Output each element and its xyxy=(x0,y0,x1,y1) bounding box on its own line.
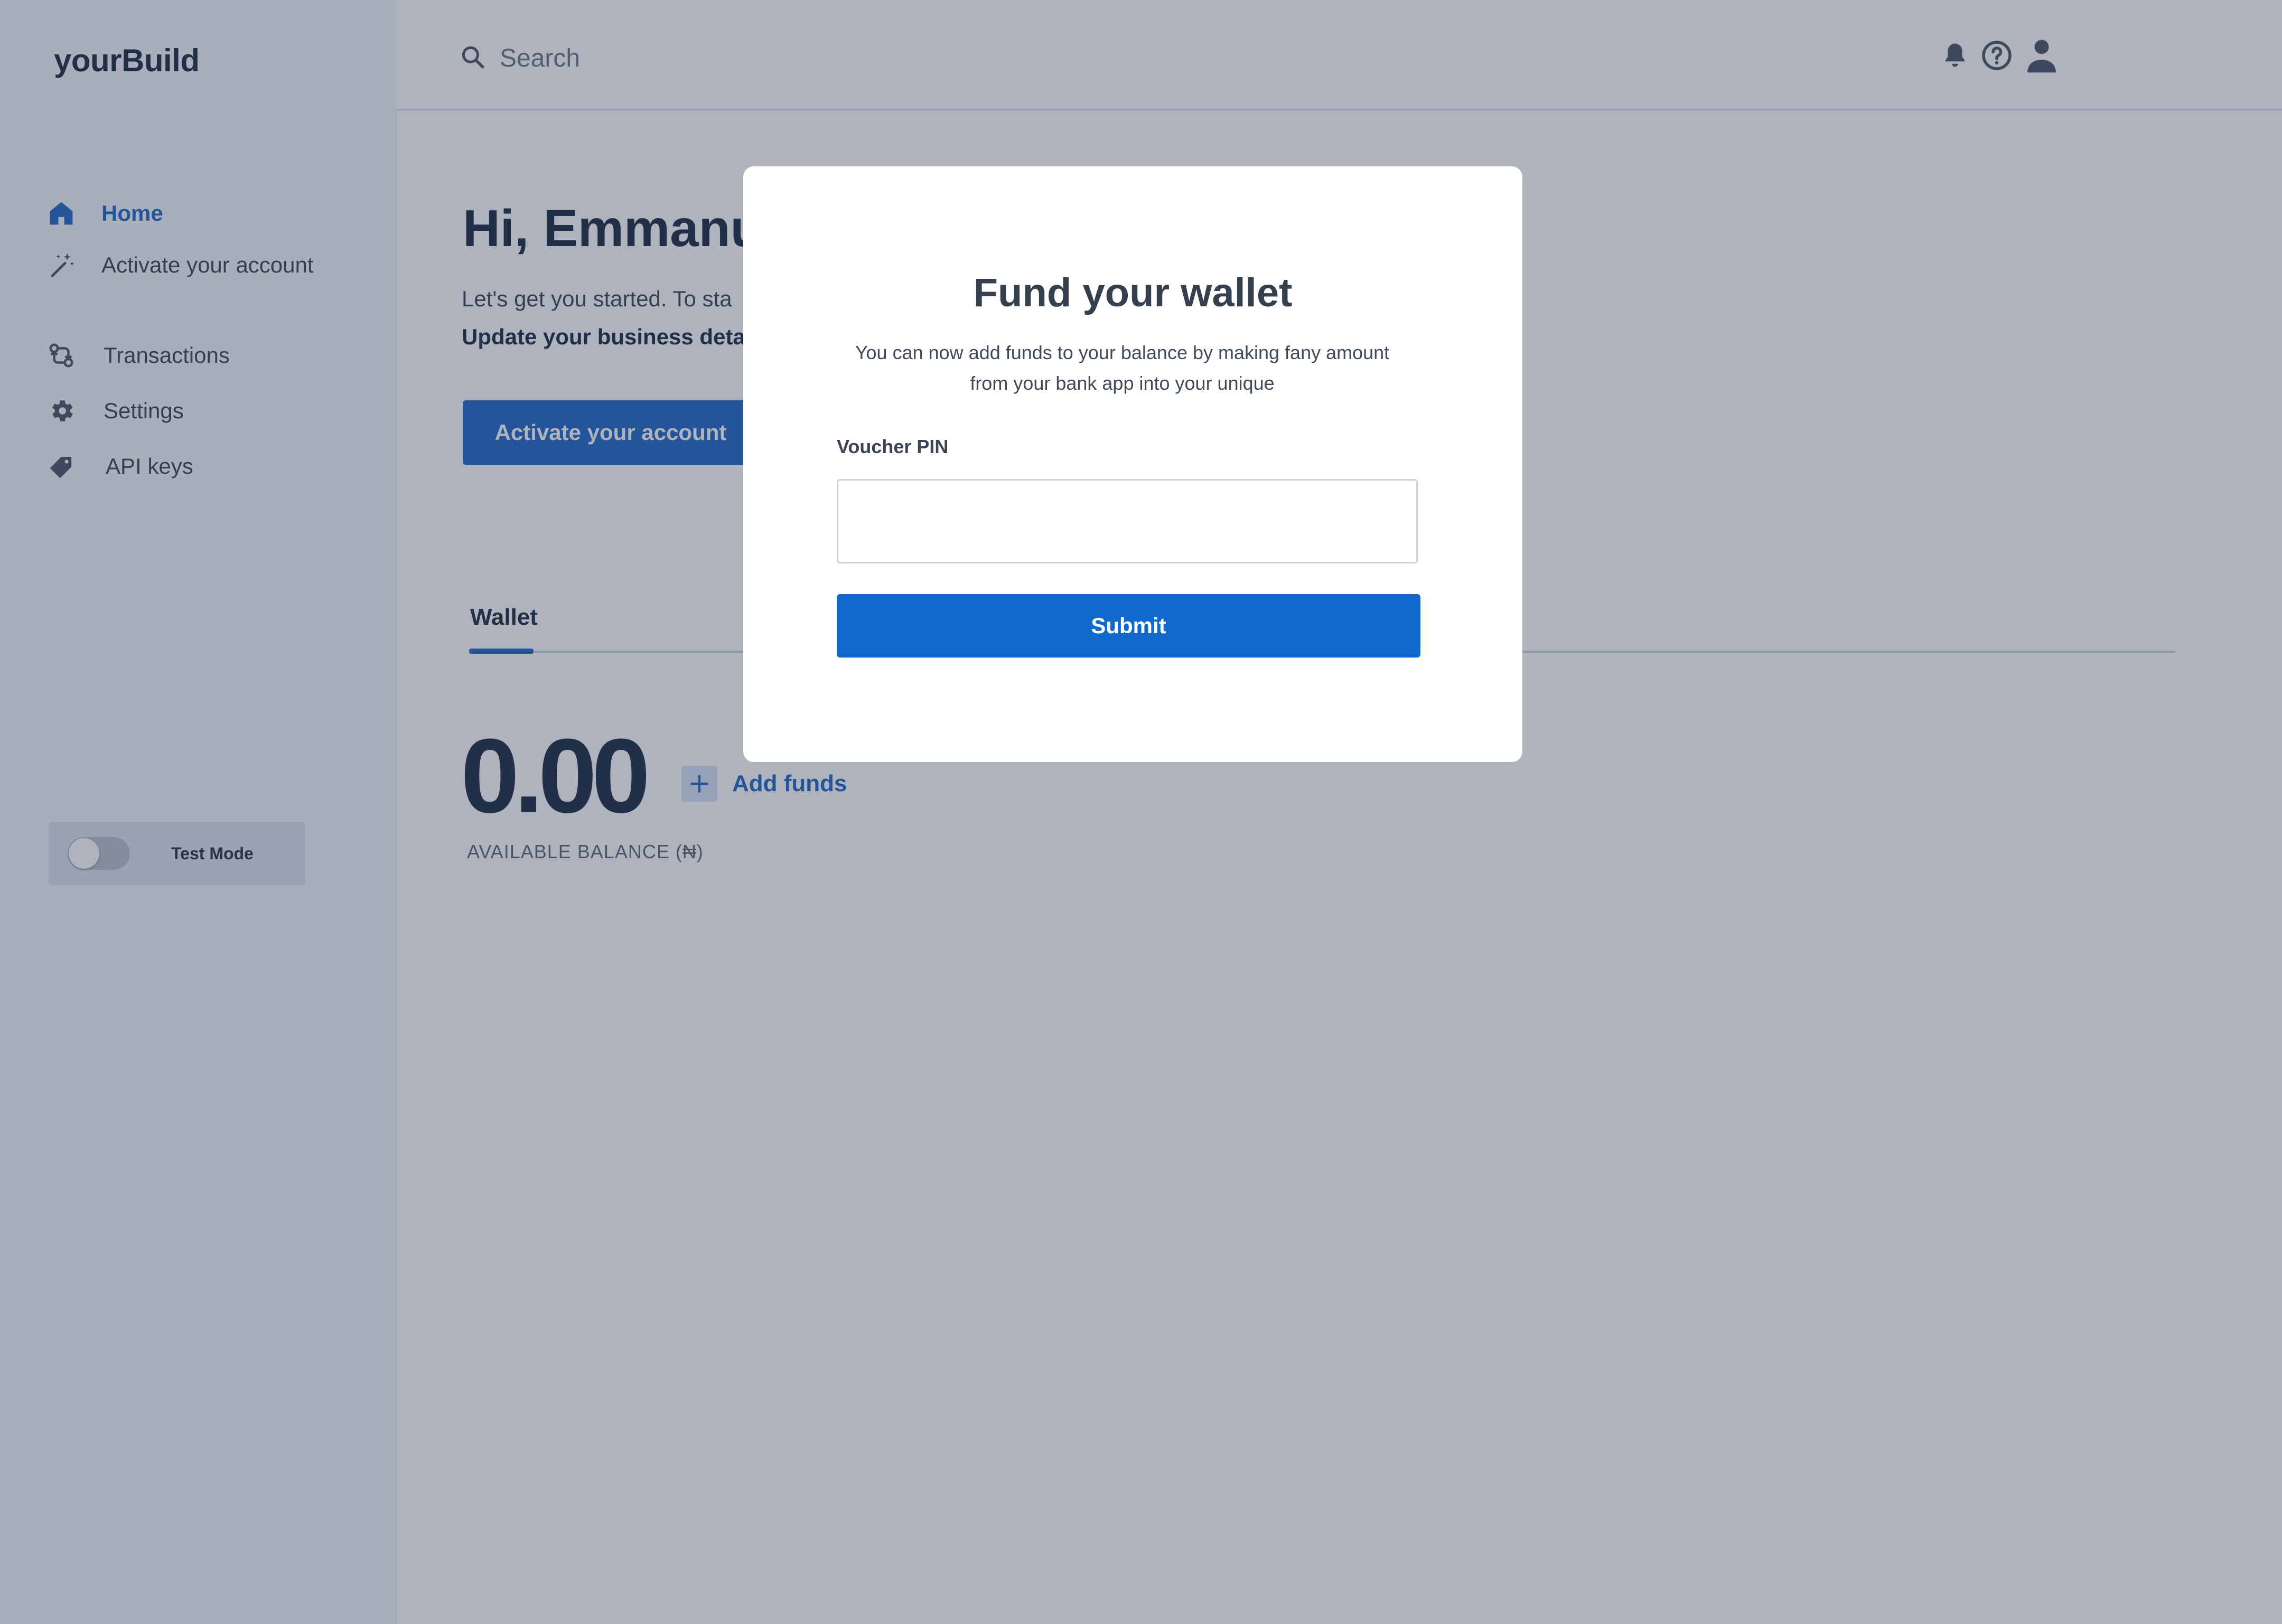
voucher-pin-input[interactable] xyxy=(837,479,1418,564)
voucher-pin-label: Voucher PIN xyxy=(837,436,949,457)
submit-button[interactable]: Submit xyxy=(837,594,1420,658)
modal-description-line: from your bank app into your unique xyxy=(970,372,1275,394)
modal-description: You can now add funds to your balance by… xyxy=(807,337,1438,399)
modal-description-line: You can now add funds to your balance by… xyxy=(855,342,1390,363)
modal-title: Fund your wallet xyxy=(973,270,1293,315)
fund-wallet-modal: Fund your wallet You can now add funds t… xyxy=(743,166,1522,762)
